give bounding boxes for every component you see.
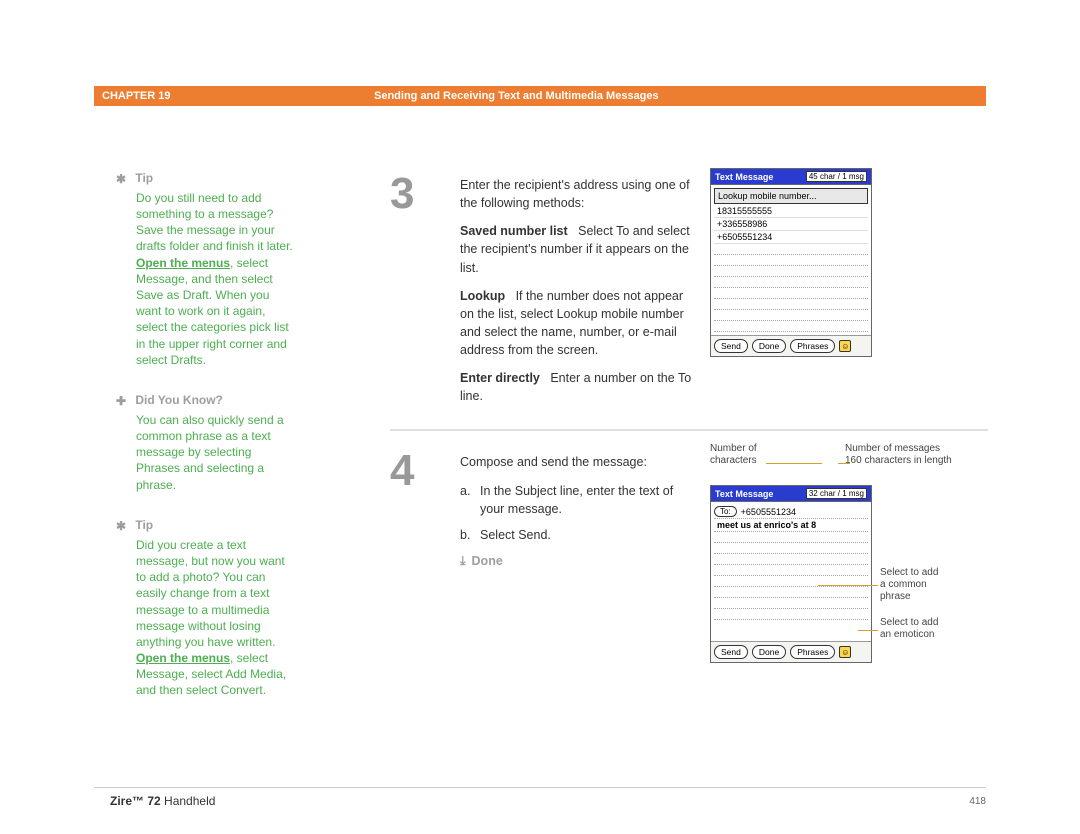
send-button[interactable]: Send [714, 339, 748, 353]
footer-rule [94, 787, 986, 788]
palm-titlebar: Text Message 45 char / 1 msg [711, 169, 871, 185]
step-3: 3 Enter the recipient's address using on… [390, 168, 988, 431]
tip-body: Did you create a text message, but now y… [136, 537, 294, 699]
page-number: 418 [969, 796, 986, 807]
done-marker: ⤓ Done [460, 552, 692, 570]
annotation-msgs: Number of messages160 characters in leng… [845, 443, 952, 467]
palm-device-mock: Text Message 45 char / 1 msg Lookup mobi… [710, 168, 872, 357]
plus-icon: ✚ [116, 393, 128, 409]
step-screenshot: Number ofcharacters Number of messages16… [710, 445, 988, 663]
steps-panel: 3 Enter the recipient's address using on… [390, 168, 988, 691]
page-footer: Zire™ 72 Handheld 418 [110, 794, 986, 808]
phrases-button[interactable]: Phrases [790, 645, 835, 659]
chapter-label: CHAPTER 19 [102, 90, 170, 102]
smiley-icon[interactable]: ☺ [839, 646, 851, 658]
step-4: 4 Compose and send the message: a.In the… [390, 445, 988, 677]
number-row[interactable]: +6505551234 [714, 231, 868, 244]
step-text: Compose and send the message: a.In the S… [460, 445, 710, 570]
palm-device-mock: Text Message 32 char / 1 msg To: +650555… [710, 485, 872, 663]
palm-titlebar: Text Message 32 char / 1 msg [711, 486, 871, 502]
annotation-emoticon: Select to add an emoticon [880, 617, 938, 641]
number-row[interactable]: 18315555555 [714, 205, 868, 218]
down-arrow-icon: ⤓ [460, 552, 466, 570]
tip-label: Tip [135, 171, 153, 185]
send-button[interactable]: Send [714, 645, 748, 659]
step-number: 4 [390, 445, 460, 493]
tip-block-1: ✱ Tip Do you still need to add something… [116, 170, 294, 368]
open-menus-link[interactable]: Open the menus [136, 256, 230, 270]
to-button[interactable]: To: [714, 506, 737, 517]
char-counter: 45 char / 1 msg [806, 171, 867, 182]
open-menus-link[interactable]: Open the menus [136, 651, 230, 665]
asterisk-icon: ✱ [116, 171, 128, 187]
dyk-label: Did You Know? [135, 393, 223, 407]
chapter-header: CHAPTER 19 Sending and Receiving Text an… [94, 86, 986, 106]
number-row[interactable]: +336558986 [714, 218, 868, 231]
char-counter: 32 char / 1 msg [806, 488, 867, 499]
chapter-title: Sending and Receiving Text and Multimedi… [374, 90, 659, 102]
did-you-know-block: ✚ Did You Know? You can also quickly sen… [116, 392, 294, 493]
step-text: Enter the recipient's address using one … [460, 168, 710, 415]
sidebar: ✱ Tip Do you still need to add something… [116, 170, 294, 723]
footer-brand: Zire™ 72 Handheld [110, 794, 215, 808]
to-number: +6505551234 [741, 507, 796, 517]
tip-body: Do you still need to add something to a … [136, 190, 294, 368]
message-text[interactable]: meet us at enrico's at 8 [714, 519, 868, 532]
lookup-dropdown[interactable]: Lookup mobile number... [714, 188, 868, 204]
step-number: 3 [390, 168, 460, 216]
annotation-chars: Number ofcharacters [710, 443, 757, 467]
tip-label: Tip [135, 518, 153, 532]
phrases-button[interactable]: Phrases [790, 339, 835, 353]
tip-block-2: ✱ Tip Did you create a text message, but… [116, 517, 294, 699]
dyk-body: You can also quickly send a common phras… [136, 412, 294, 493]
annotation-phrase: Select to add a common phrase [880, 567, 938, 603]
asterisk-icon: ✱ [116, 518, 128, 534]
done-button[interactable]: Done [752, 645, 786, 659]
done-button[interactable]: Done [752, 339, 786, 353]
smiley-icon[interactable]: ☺ [839, 340, 851, 352]
step-screenshot: Text Message 45 char / 1 msg Lookup mobi… [710, 168, 988, 357]
